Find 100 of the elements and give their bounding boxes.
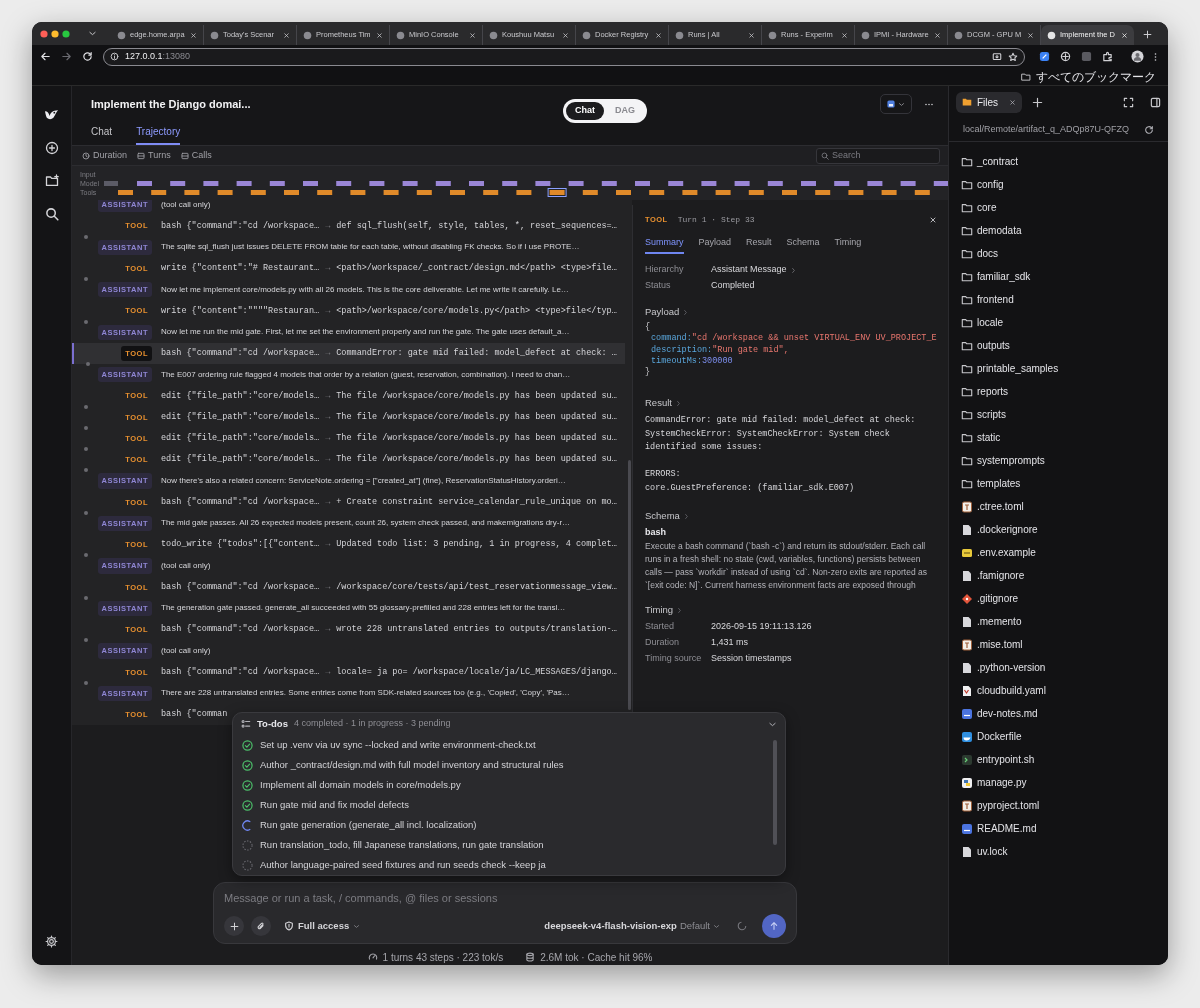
file-tree-item[interactable]: demodata bbox=[949, 219, 1168, 242]
close-icon[interactable] bbox=[748, 31, 755, 39]
step-text: bash {"command":"cd /workspace… → wrote 228 untranslated entries to outputs/translation-… bbox=[161, 623, 617, 636]
app-logo-icon[interactable] bbox=[44, 108, 59, 122]
extension-icon[interactable] bbox=[1039, 51, 1050, 62]
file-tree-item[interactable]: core bbox=[949, 196, 1168, 219]
section-header[interactable]: Payload bbox=[645, 304, 937, 320]
extensions-icon[interactable] bbox=[1102, 51, 1113, 62]
composer-panel[interactable]: Message or run a task, / commands, @ files or sessions Full access deepseek-v4-flash-vision-exp Default bbox=[213, 882, 797, 944]
new-tab-icon[interactable] bbox=[1032, 96, 1044, 108]
detail-tab[interactable]: Result bbox=[746, 234, 772, 254]
close-icon[interactable] bbox=[283, 31, 290, 39]
view-tab[interactable]: Chat bbox=[91, 122, 113, 145]
section-header[interactable]: Timing bbox=[645, 602, 937, 619]
file-tree-item[interactable]: .mise.toml bbox=[949, 633, 1168, 656]
close-icon[interactable] bbox=[562, 31, 569, 39]
close-icon[interactable] bbox=[934, 31, 941, 39]
file-tree-item[interactable]: uv.lock bbox=[949, 840, 1168, 863]
file-tree-item[interactable]: .python-version bbox=[949, 656, 1168, 679]
star-icon[interactable] bbox=[1008, 51, 1018, 62]
file-tree-item[interactable]: .dockerignore bbox=[949, 518, 1168, 541]
filter-toggle[interactable]: Duration bbox=[82, 148, 128, 163]
refresh-icon[interactable] bbox=[1144, 124, 1154, 135]
file-tree-item[interactable]: familiar_sdk bbox=[949, 265, 1168, 288]
file-tree-item[interactable]: docs bbox=[949, 242, 1168, 265]
view-toggle-option[interactable]: Chat bbox=[566, 102, 604, 120]
file-tree-item[interactable]: manage.py bbox=[949, 771, 1168, 794]
shield-icon bbox=[284, 921, 294, 931]
schema-description: Execute a bash command (`bash -c`) and return its stdout/stderr. Each call runs in a fresh shell: no state (cwd, variables, functions) persists between calls — pass `workdir` instead of using `cd`. Non-zero exits are reported as `[exit code: N]`. Current harness environment facts are exposed through bbox=[645, 540, 929, 593]
model-selector[interactable]: deepseek-v4-flash-vision-exp Default bbox=[544, 918, 720, 934]
install-icon[interactable] bbox=[992, 51, 1002, 62]
add-button[interactable] bbox=[224, 916, 244, 936]
file-tree-item[interactable]: dev-notes.md bbox=[949, 702, 1168, 725]
file-tree-item[interactable]: config bbox=[949, 173, 1168, 196]
send-button[interactable] bbox=[762, 914, 786, 938]
file-tree-item[interactable]: pyproject.toml bbox=[949, 794, 1168, 817]
window-controls-icon[interactable] bbox=[40, 29, 70, 38]
folder-plus-icon[interactable] bbox=[44, 174, 59, 188]
section-header[interactable]: Result bbox=[645, 395, 937, 412]
file-tree-item[interactable]: .gitignore bbox=[949, 587, 1168, 610]
close-icon[interactable] bbox=[928, 215, 937, 224]
fullscreen-icon[interactable] bbox=[1123, 96, 1134, 108]
settings-icon[interactable] bbox=[45, 935, 58, 948]
close-icon[interactable] bbox=[376, 31, 383, 39]
section-header[interactable]: Schema bbox=[645, 508, 937, 525]
back-icon[interactable] bbox=[40, 51, 51, 62]
file-tree-item[interactable]: README.md bbox=[949, 817, 1168, 840]
file-tree-item[interactable]: static bbox=[949, 426, 1168, 449]
access-selector[interactable]: Full access bbox=[284, 918, 361, 934]
menu-icon[interactable] bbox=[1154, 51, 1157, 62]
attach-button[interactable] bbox=[251, 916, 271, 936]
file-tree-item[interactable]: scripts bbox=[949, 403, 1168, 426]
filter-toggle[interactable]: Turns bbox=[137, 148, 171, 163]
file-tree-item[interactable]: Dockerfile bbox=[949, 725, 1168, 748]
new-chat-icon[interactable] bbox=[44, 141, 59, 155]
file-tree-item[interactable]: systemprompts bbox=[949, 449, 1168, 472]
extension-icon[interactable] bbox=[1060, 51, 1071, 62]
file-tree-item[interactable]: reports bbox=[949, 380, 1168, 403]
file-tree-item[interactable]: _contract bbox=[949, 150, 1168, 173]
hierarchy-link[interactable]: Assistant Message bbox=[711, 263, 797, 277]
file-tree-item[interactable]: .env.example bbox=[949, 541, 1168, 564]
detail-tab[interactable]: Summary bbox=[645, 234, 684, 254]
detail-tab[interactable]: Timing bbox=[834, 234, 862, 254]
file-tree-item[interactable]: outputs bbox=[949, 334, 1168, 357]
file-tree-item[interactable]: .ctree.toml bbox=[949, 495, 1168, 518]
model-picker-button[interactable] bbox=[880, 94, 912, 114]
scrollbar-thumb[interactable] bbox=[773, 740, 777, 845]
new-tab-icon[interactable] bbox=[1143, 30, 1152, 39]
sidebar-icon[interactable] bbox=[1150, 96, 1161, 108]
file-tree-item[interactable]: cloudbuild.yaml bbox=[949, 679, 1168, 702]
reload-icon[interactable] bbox=[82, 51, 93, 62]
folder-icon bbox=[961, 362, 973, 375]
caret-icon[interactable] bbox=[88, 29, 97, 38]
address-bar[interactable]: 127.0.0.1:13080 bbox=[103, 47, 1025, 66]
forward-icon[interactable] bbox=[61, 51, 72, 62]
file-tree-item[interactable]: .famignore bbox=[949, 564, 1168, 587]
search-field[interactable]: Search bbox=[816, 147, 940, 164]
file-tree-item[interactable]: frontend bbox=[949, 288, 1168, 311]
python-file-icon bbox=[961, 776, 973, 789]
detail-tab[interactable]: Schema bbox=[786, 234, 820, 254]
filter-toggle[interactable]: Calls bbox=[180, 148, 212, 163]
close-icon[interactable] bbox=[655, 31, 662, 39]
close-icon[interactable] bbox=[841, 31, 848, 39]
close-icon[interactable] bbox=[1027, 31, 1034, 39]
close-icon[interactable] bbox=[469, 31, 476, 39]
files-tab[interactable]: Files bbox=[956, 91, 1023, 113]
profile-avatar-icon[interactable] bbox=[1131, 50, 1144, 63]
more-icon[interactable] bbox=[924, 102, 934, 106]
message-field[interactable]: Message or run a task, / commands, @ files or sessions bbox=[224, 887, 786, 909]
file-tree-item[interactable]: .memento bbox=[949, 610, 1168, 633]
file-tree-item[interactable]: printable_samples bbox=[949, 357, 1168, 380]
detail-tab[interactable]: Payload bbox=[698, 234, 732, 254]
file-tree-item[interactable]: entrypoint.sh bbox=[949, 748, 1168, 771]
file-tree-item[interactable]: templates bbox=[949, 472, 1168, 495]
search-icon[interactable] bbox=[44, 207, 59, 221]
search-input[interactable]: Search bbox=[832, 148, 932, 163]
step-text: write {"content":""""Restauran… → <path>/workspace/core/models.py</path> <type>file</typ… bbox=[161, 304, 617, 318]
file-tree-item[interactable]: locale bbox=[949, 311, 1168, 334]
bookmarks-folder[interactable]: すべてのブックマーク bbox=[1036, 68, 1156, 85]
close-icon[interactable] bbox=[190, 31, 197, 39]
